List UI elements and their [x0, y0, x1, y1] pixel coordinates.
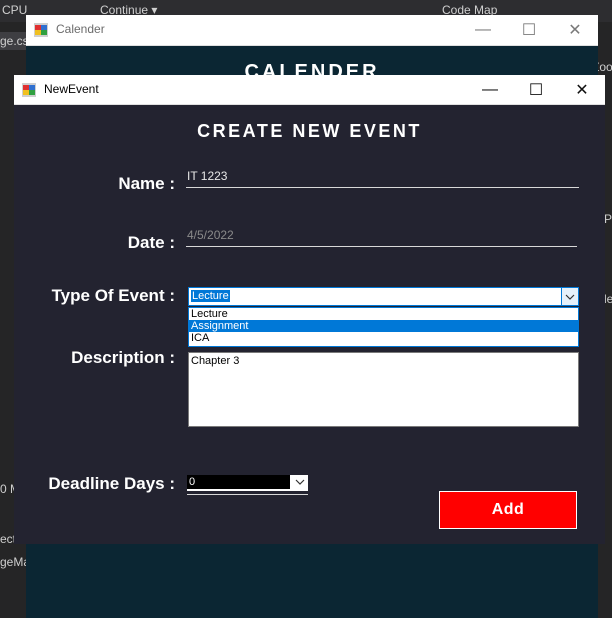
close-icon[interactable]: ✕	[559, 75, 605, 104]
add-button[interactable]: Add	[439, 491, 577, 529]
deadline-underline	[187, 494, 308, 495]
description-label: Description :	[71, 348, 175, 367]
maximize-icon[interactable]: ☐	[506, 15, 552, 45]
minimize-icon[interactable]: —	[460, 15, 506, 45]
deadline-days-label: Deadline Days :	[48, 474, 175, 493]
chevron-down-icon[interactable]	[292, 475, 308, 489]
name-input[interactable]: IT 1223	[186, 169, 579, 188]
deadline-days-combobox[interactable]: 0	[187, 475, 308, 491]
form-title: CREATE NEW EVENT	[197, 121, 422, 141]
calendar-titlebar: Calender — ☐ ✕	[26, 15, 598, 46]
chevron-down-icon[interactable]	[561, 288, 578, 305]
deadline-days-value: 0	[189, 476, 196, 488]
date-input[interactable]: 4/5/2022	[186, 228, 577, 247]
type-of-event-selected: Lecture	[191, 290, 230, 302]
ide-p-fragment: P	[604, 212, 612, 226]
description-textarea[interactable]: Chapter 3	[188, 352, 579, 427]
type-of-event-label: Type Of Event :	[51, 286, 175, 305]
maximize-icon[interactable]: ☐	[513, 75, 559, 104]
deadline-days-field	[187, 475, 290, 489]
name-label: Name :	[118, 174, 175, 193]
app-icon	[34, 23, 48, 37]
new-event-titlebar: NewEvent — ☐ ✕	[14, 75, 605, 105]
type-of-event-dropdown: Lecture Assignment ICA	[188, 307, 579, 347]
ide-le-fragment: le	[604, 292, 612, 306]
dropdown-option-assignment[interactable]: Assignment	[189, 320, 578, 332]
date-label: Date :	[127, 233, 175, 252]
close-icon[interactable]: ✕	[552, 15, 598, 45]
ide-file-tab[interactable]: ge.cs	[0, 32, 29, 50]
new-event-window: NewEvent — ☐ ✕ CREATE NEW EVENT Name : I…	[14, 75, 605, 544]
cpu-label: CPU	[2, 3, 28, 17]
type-of-event-combobox[interactable]: Lecture	[188, 287, 579, 306]
dropdown-option-lecture[interactable]: Lecture	[189, 308, 578, 320]
minimize-icon[interactable]: —	[467, 75, 513, 104]
new-event-window-title: NewEvent	[44, 82, 99, 96]
dropdown-option-ica[interactable]: ICA	[189, 332, 578, 344]
calendar-window-title: Calender	[56, 22, 105, 36]
ide-file-tab-label: ge.cs	[0, 34, 29, 48]
app-icon	[22, 83, 36, 97]
